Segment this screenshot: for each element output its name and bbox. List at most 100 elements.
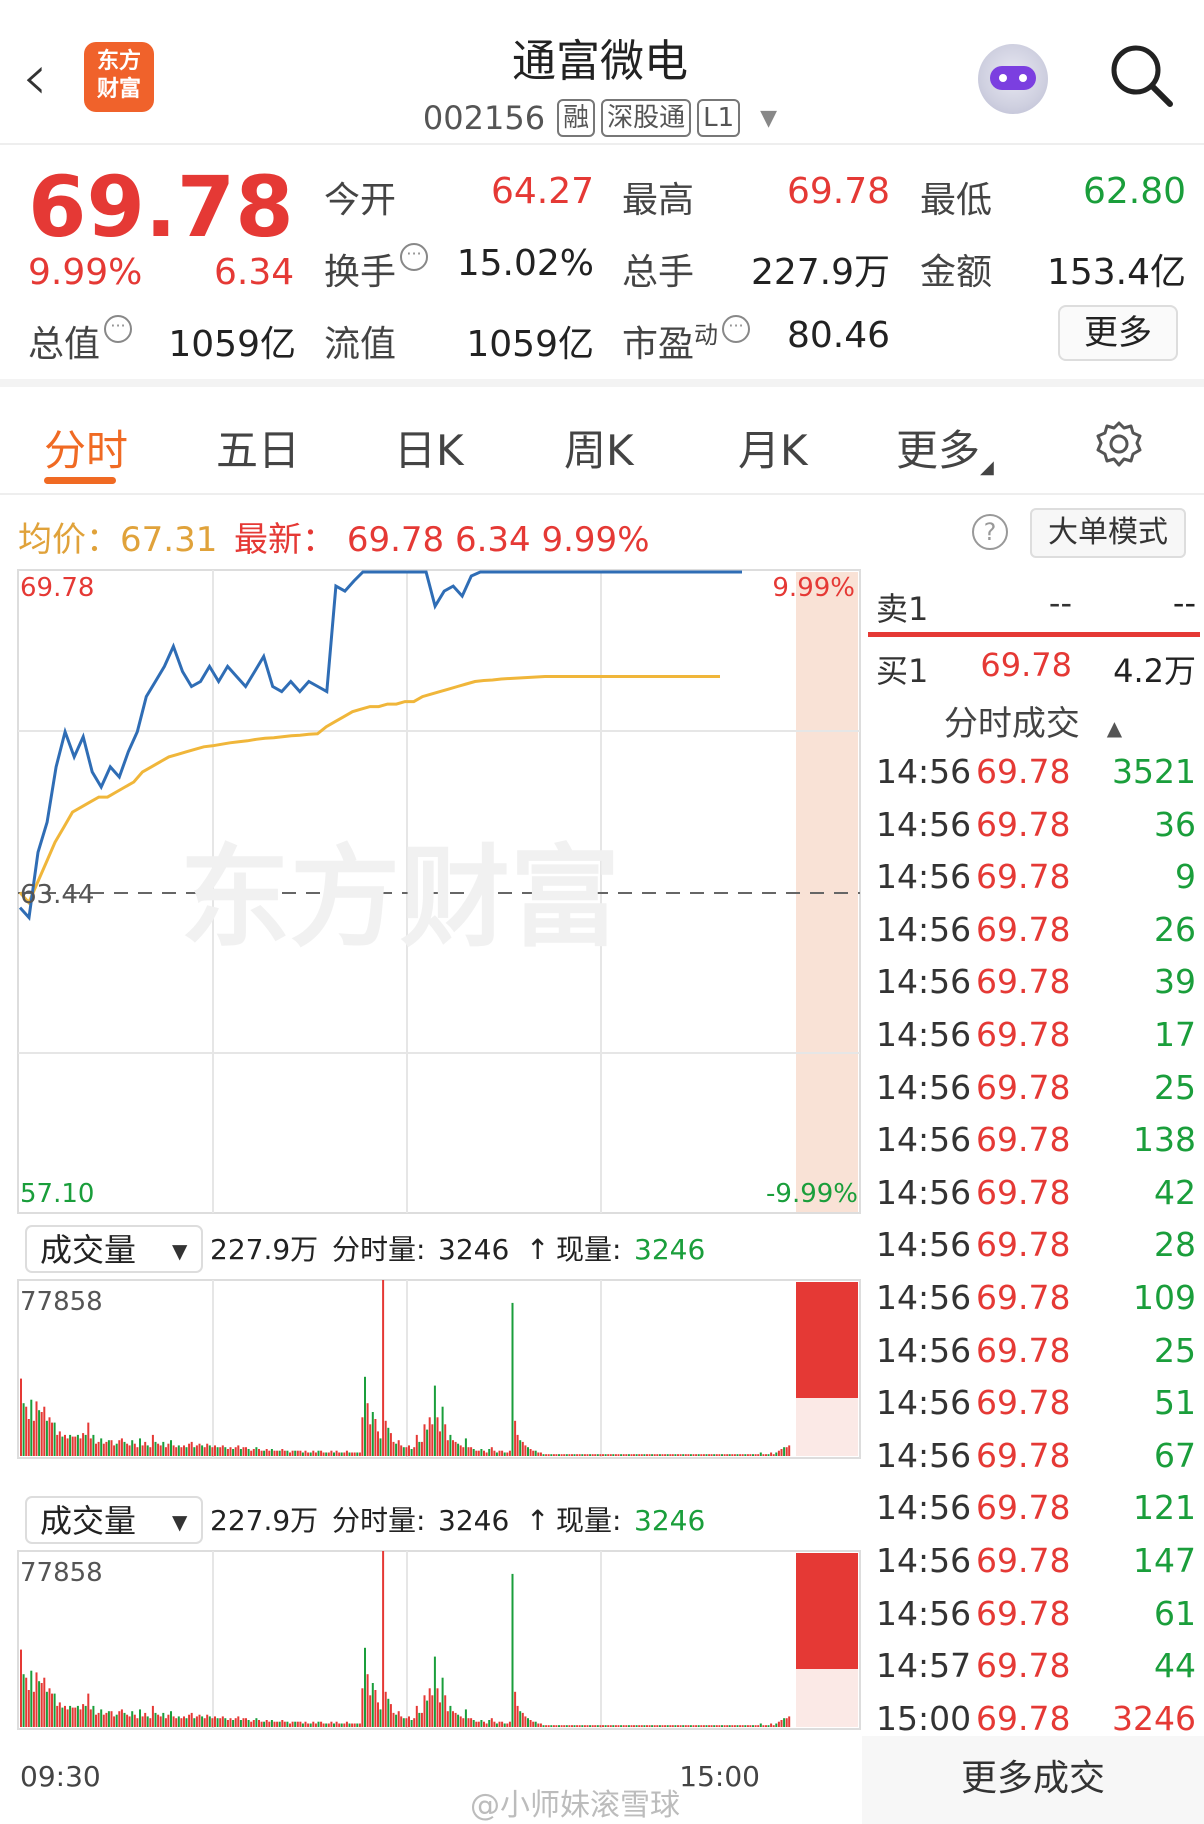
caret-down-icon: ▼ [172,1510,188,1534]
float-cap-label: 流值 [324,324,397,365]
volume-bar [260,1721,263,1727]
level-tag: L1 [697,99,741,137]
high-label: 最高 [622,180,695,221]
volume-bar [69,1434,72,1456]
volume-bar [92,1705,95,1727]
volume-bar [405,1718,408,1727]
volume-bar [296,1450,299,1456]
app-logo: 东方 财富 [84,42,154,112]
volume-bar [733,1454,736,1456]
volume-bar [84,1434,87,1456]
volume-bar [389,1704,392,1727]
volume-bar [84,1705,87,1727]
tick-list[interactable]: 14:56 69.78 3521 14:56 69.78 36 14:56 69.78 9 14:… [876,746,1196,1745]
volume-bar [219,1447,222,1456]
tick-time: 14:56 [876,804,972,844]
volume-bar [296,1721,299,1727]
volume-bar [144,1441,147,1456]
volume-bar [330,1721,333,1727]
volume-bar [170,1711,172,1727]
tab-five-day[interactable]: 五日 [216,417,300,478]
volume-bar [591,1454,594,1456]
volume-bar [278,1721,281,1727]
tick-volume: 25 [1154,1067,1196,1107]
volume-bar [283,1721,286,1727]
volume-bar [542,1454,545,1456]
search-icon[interactable] [1108,42,1174,108]
robot-avatar-icon[interactable] [978,44,1048,114]
volume-bar [495,1723,498,1727]
volume-bar [64,1434,66,1456]
tick-price: 69.78 [976,1488,1071,1528]
tab-monthly-k[interactable]: 月K [738,417,808,478]
volume-bar [43,1677,46,1727]
tab-weekly-k[interactable]: 周K [564,417,634,478]
volume-bar [105,1441,108,1456]
y-top-label: 69.78 [20,573,94,603]
market-cap-label[interactable]: 总值 ··· [28,315,133,367]
tab-intraday[interactable]: 分时 [44,417,128,478]
volume-bar [265,1720,268,1727]
volume-bar [640,1454,643,1456]
more-trades-button[interactable]: 更多成交 [862,1736,1204,1824]
chevron-left-icon[interactable]: ‹ [22,46,72,110]
big-order-mode-button[interactable]: 大单模式 [1030,508,1186,558]
volume-bar [428,1417,431,1456]
volume-bar [177,1716,180,1727]
volume-bar [692,1725,695,1727]
tab-more[interactable]: 更多◢ [896,417,994,478]
volume-bar [563,1454,566,1456]
volume-bar [759,1452,762,1456]
info-dots-icon[interactable]: ··· [104,315,133,343]
volume-bar [449,1705,452,1727]
volume-bar [599,1454,602,1456]
volume-bar [418,1441,421,1456]
tab-daily-k[interactable]: 日K [394,417,464,478]
volume-bar [573,1454,576,1456]
volume-bar [226,1720,229,1727]
volume-bar [283,1450,286,1456]
volume-bar [452,1440,454,1456]
volume-bar [602,1725,604,1727]
volume-bar [188,1714,191,1727]
caret-down-icon[interactable]: ▼ [760,106,777,131]
volume-bar [767,1454,770,1456]
volume-bar [126,1443,129,1456]
turnover-label[interactable]: 换手 ··· [324,243,429,295]
closing-auction-band [796,1669,858,1727]
volume-bar [467,1447,470,1456]
gear-icon[interactable] [1094,419,1144,469]
pe-label[interactable]: 市盈动 ··· [622,315,751,367]
info-dots-icon[interactable]: ··· [400,243,429,271]
tick-volume: 9 [1175,857,1196,897]
period-volume-label: 分时量: [332,1504,425,1537]
volume-bar [550,1725,553,1727]
volume-bar [519,1711,522,1727]
volume-bar [501,1721,504,1727]
volume-bar [255,1447,258,1456]
volume-bar [710,1454,713,1456]
volume-bar [206,1443,209,1456]
more-quote-button[interactable]: 更多 [1058,305,1178,361]
volume-bar [583,1725,586,1727]
question-icon[interactable]: ? [972,514,1008,550]
volume-bar [684,1725,687,1727]
tick-list-header[interactable]: 分时成交 ▲ [862,696,1204,752]
volume-bar [475,1450,478,1456]
volume-bar [190,1712,193,1727]
volume-bar [377,1431,379,1456]
volume-bar [234,1447,237,1456]
order-book-divider [868,632,1200,637]
volume-bar [167,1443,170,1456]
change-amount: 6.34 [214,252,295,293]
tick-price: 69.78 [976,1172,1071,1212]
volume-bar [480,1720,483,1727]
info-dots-icon[interactable]: ··· [722,315,751,343]
tick-row: 14:56 69.78 147 [876,1535,1196,1588]
volume-bar [185,1718,188,1727]
latest-percent: 9.99% [541,520,650,560]
volume-bar [224,1718,227,1727]
volume-bar [783,1447,786,1456]
volume-bar [583,1454,586,1456]
stock-code-row[interactable]: 002156 融 深股通 L1 ▼ [400,95,800,141]
